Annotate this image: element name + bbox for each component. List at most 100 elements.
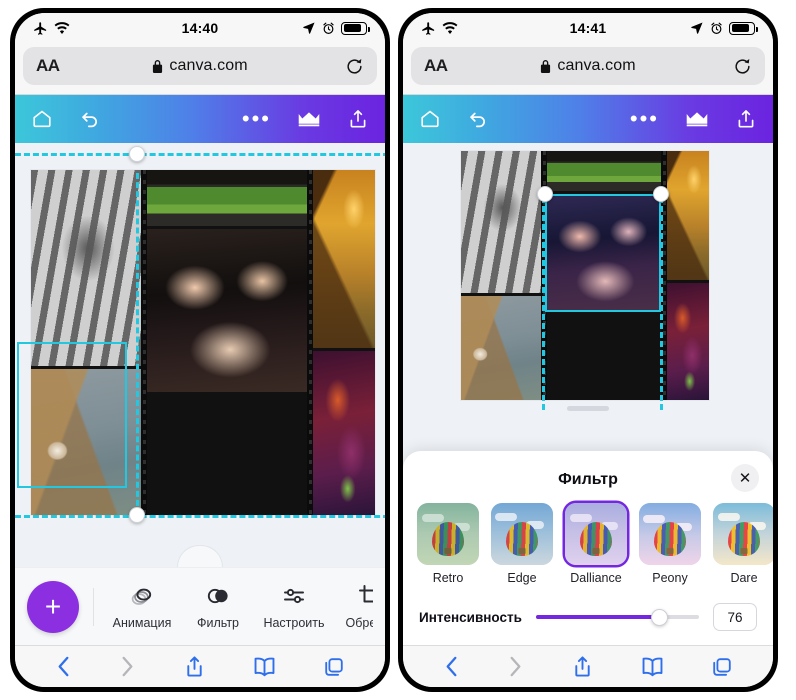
url-text: canva.com [557,57,636,74]
photo-stone-house[interactable] [545,151,661,191]
photo-rottweiler-dog[interactable] [147,229,307,392]
resize-handle-top[interactable] [129,146,145,162]
undo-icon[interactable] [467,108,489,130]
artboard[interactable] [31,170,375,515]
more-options-icon[interactable]: ••• [242,108,271,130]
artboard[interactable] [461,151,709,400]
lock-icon [152,59,163,73]
phone-right-screen: 14:41 AA canva.com ••• Фильтр ✕ Retro Ed… [403,13,773,687]
url-display: canva.com [23,57,377,75]
canva-app-header: ••• [403,95,773,143]
tool-filter[interactable]: Фильтр [180,583,256,630]
reload-icon[interactable] [345,57,364,76]
tool-label: Анимация [112,616,172,630]
filter-option-edge[interactable]: Edge [491,503,553,585]
intensity-value[interactable]: 76 [713,603,757,631]
share-icon[interactable] [184,655,205,678]
close-x-icon[interactable]: ✕ [731,464,759,492]
bottom-sheet-grabber[interactable] [177,545,223,567]
photo-flying-owl[interactable] [461,296,541,400]
back-chevron-icon[interactable] [443,656,460,677]
status-bar: 14:40 [15,13,385,43]
address-bar[interactable]: AA canva.com [23,47,377,85]
battery-icon [729,21,758,35]
tool-animation[interactable]: Анимация [104,583,180,630]
address-bar[interactable]: AA canva.com [411,47,765,85]
tabs-icon[interactable] [323,656,345,678]
filter-thumbnail [565,503,627,565]
photo-collage[interactable] [31,170,375,515]
filter-option-dare[interactable]: Dare [713,503,773,585]
resize-handle-bottom[interactable] [129,507,145,523]
resize-handle-top-right[interactable] [653,186,669,202]
photo-autumn-forest[interactable] [313,170,375,348]
safari-bottom-bar [403,645,773,687]
forward-chevron-icon [507,656,524,677]
sheet-drag-pill[interactable] [567,406,609,411]
forward-chevron-icon [119,656,136,677]
undo-icon[interactable] [79,108,101,130]
lock-icon [540,59,551,73]
photo-nebula-space[interactable] [665,283,709,400]
phone-left: 14:40 AA canva.com ••• + Анимация Фильтр… [10,8,390,692]
bookmarks-book-icon[interactable] [253,656,276,677]
filter-option-peony[interactable]: Peony [639,503,701,585]
photo-rottweiler-dog-filtered[interactable] [545,194,661,312]
photo-collage[interactable] [461,151,709,400]
filter-icon [205,583,231,609]
filter-option-dalliance[interactable]: Dalliance [565,503,627,585]
tool-adjust[interactable]: Настроить [256,583,332,630]
photo-cat-paw[interactable] [31,170,141,366]
browser-toolbar: AA canva.com [15,43,385,95]
resize-handle-top-left[interactable] [537,186,553,202]
share-upload-icon[interactable] [347,108,369,130]
home-icon[interactable] [419,108,441,130]
design-canvas[interactable] [15,143,385,567]
screenshot-root: 14:40 AA canva.com ••• + Анимация Фильтр… [0,0,796,700]
selection-guide-right [660,188,663,410]
photo-cat-paw[interactable] [461,151,541,293]
filter-thumbnail [713,503,773,565]
toolbar-divider [93,587,94,626]
intensity-control: Интенсивность 76 [403,585,773,635]
back-chevron-icon[interactable] [55,656,72,677]
photo-stone-house[interactable] [147,170,307,226]
editor-toolbar: + Анимация Фильтр Настроить Обре [15,567,385,645]
photo-sunflower[interactable] [147,395,307,515]
crop-icon [357,583,373,609]
home-icon[interactable] [31,108,53,130]
bookmarks-book-icon[interactable] [641,656,664,677]
design-canvas[interactable]: Фильтр ✕ Retro Edge Dalliance Peony Dare… [403,143,773,645]
filter-list[interactable]: Retro Edge Dalliance Peony Dare [403,497,773,585]
crown-icon[interactable] [685,110,709,128]
browser-toolbar: AA canva.com [403,43,773,95]
add-element-button[interactable]: + [27,580,79,633]
filter-label: Dalliance [570,571,622,585]
reload-icon[interactable] [733,57,752,76]
photo-nebula-space[interactable] [313,351,375,515]
url-display: canva.com [411,57,765,75]
tool-crop[interactable]: Обрезка [332,583,373,630]
tabs-icon[interactable] [711,656,733,678]
more-options-icon[interactable]: ••• [630,108,659,130]
text-size-button[interactable]: AA [36,56,60,76]
photo-sunflower[interactable] [545,315,661,400]
film-strip-divider [307,170,313,515]
animation-icon [129,583,155,609]
share-upload-icon[interactable] [735,108,757,130]
filter-option-retro[interactable]: Retro [417,503,479,585]
intensity-label: Интенсивность [419,609,522,625]
phone-right: 14:41 AA canva.com ••• Фильтр ✕ Retro Ed… [398,8,778,692]
intensity-slider-fill [535,615,660,619]
url-text: canva.com [169,57,248,74]
share-icon[interactable] [572,655,593,678]
film-strip-divider [141,170,147,515]
photo-flying-owl[interactable] [31,369,141,515]
filter-panel-header: Фильтр ✕ [403,463,773,497]
crown-icon[interactable] [297,110,321,128]
battery-icon [341,21,370,35]
intensity-slider-thumb[interactable] [651,608,669,626]
intensity-slider[interactable] [535,608,699,626]
text-size-button[interactable]: AA [424,56,448,76]
photo-autumn-forest[interactable] [665,151,709,280]
